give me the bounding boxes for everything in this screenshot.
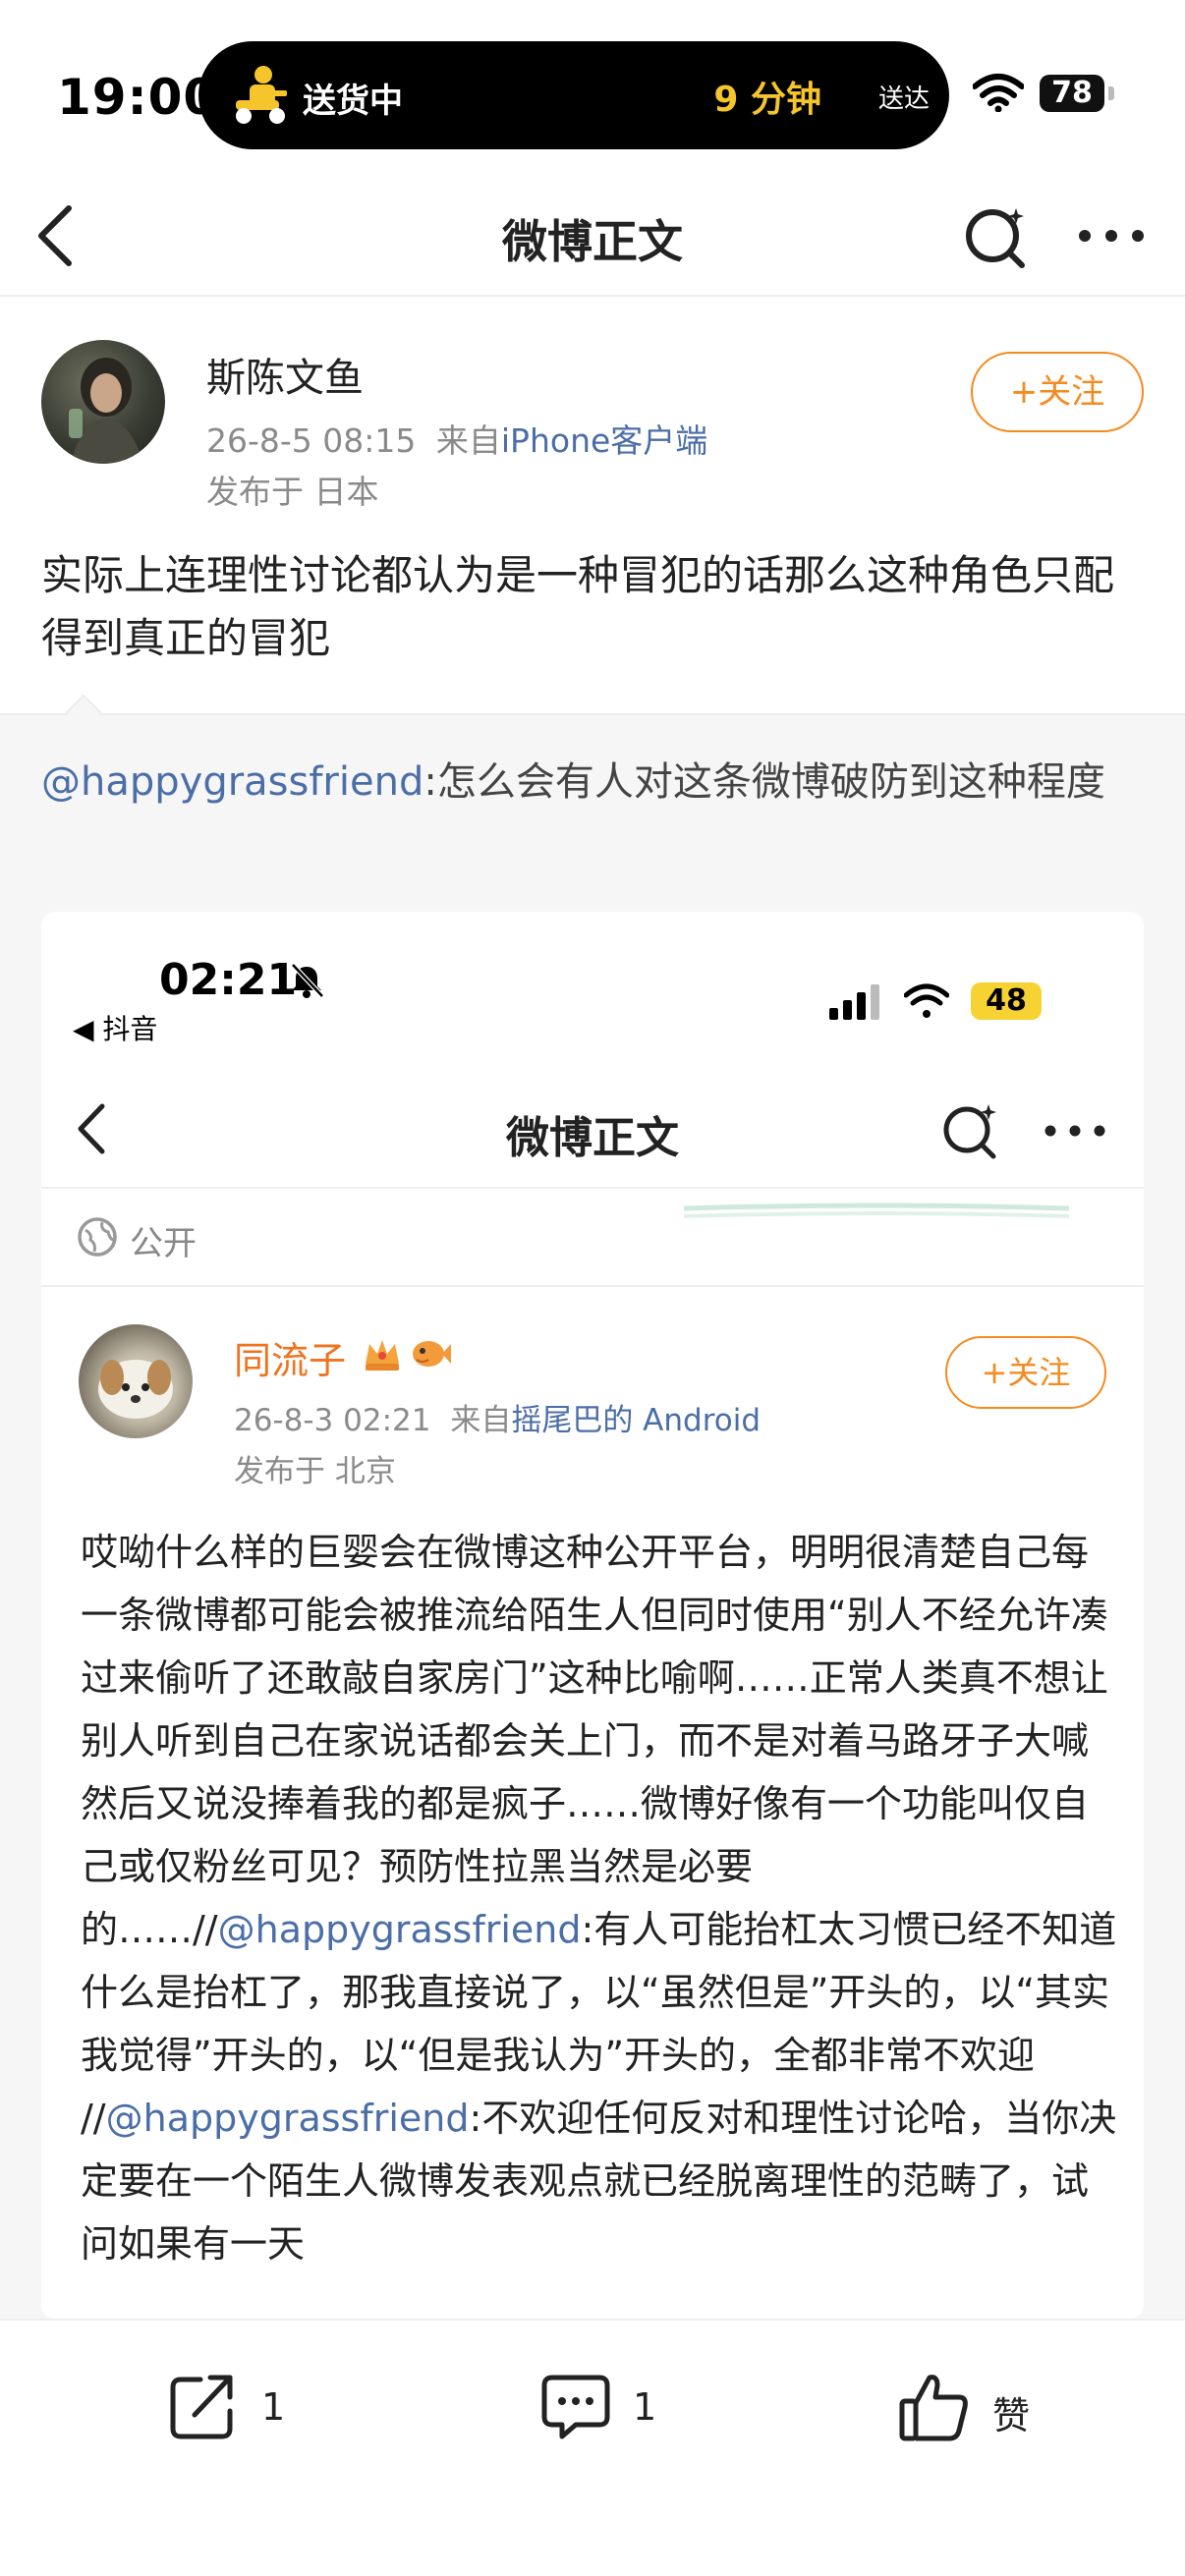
comment-button[interactable]: 1 <box>538 2360 696 2448</box>
author-avatar-image <box>69 358 143 464</box>
post-source-prefix: 来自 <box>435 421 501 460</box>
embedded-wifi-icon <box>904 983 949 1018</box>
embedded-nav-bar: 微博正文 <box>41 1069 1144 1189</box>
embedded-body-part1: 哎呦什么样的巨婴会在微博这种公开平台，明明很清楚自己每一条微博都可能会被推流给陌… <box>81 1531 1108 1951</box>
embedded-mention-link-1: @happygrassfriend <box>217 1908 582 1951</box>
repost-icon <box>170 2375 233 2439</box>
like-button[interactable]: 赞 <box>898 2360 1055 2448</box>
battery-cap <box>1108 86 1114 100</box>
battery-icon: 78 <box>1040 75 1104 112</box>
embedded-back-to-app: ◀ 抖音 <box>73 1013 158 1045</box>
bell-muted-icon <box>291 963 324 998</box>
delivery-eta-suffix: 送达 <box>877 84 930 114</box>
repost-text: @happygrassfriend:怎么会有人对这条微博破防到这种程度 <box>41 749 1146 815</box>
comment-count: 1 <box>633 2385 657 2429</box>
repost-button[interactable]: 1 <box>167 2360 324 2448</box>
repost-count: 1 <box>261 2385 286 2429</box>
crown-badge-icon <box>366 1340 399 1371</box>
comment-icon <box>541 2375 610 2439</box>
author-name[interactable]: 斯陈文鱼 <box>206 346 364 403</box>
embedded-post-source: 摇尾巴的 Android <box>511 1403 762 1438</box>
cellular-signal-icon <box>829 984 879 1020</box>
embedded-screenshot[interactable]: 02:21 ◀ 抖音 48 微博正文 公开 同流子 26-8-3 02:21 来… <box>41 912 1144 2319</box>
wifi-icon <box>973 74 1024 112</box>
embedded-mention-link-2: @happygrassfriend <box>105 2097 470 2140</box>
search-icon[interactable] <box>961 200 1034 273</box>
post-source[interactable]: iPhone客户端 <box>501 421 707 460</box>
embedded-follow-button: +关注 <box>945 1336 1106 1409</box>
status-time: 19:00 <box>57 69 219 126</box>
delivery-scooter-icon <box>236 66 287 124</box>
repost-text-content: :怎么会有人对这条微博破防到这种程度 <box>423 759 1105 805</box>
repost-mention-link[interactable]: @happygrassfriend <box>41 759 423 805</box>
embedded-post-body: 哎呦什么样的巨婴会在微博这种公开平台，明明很清楚自己每一条微博都可能会被推流给陌… <box>81 1521 1122 2275</box>
embedded-post-date: 26-8-3 02:21 <box>234 1403 431 1438</box>
embedded-search-icon <box>943 1104 996 1159</box>
status-bar: 19:00 送货中 9 分钟 送达 78 <box>0 0 1185 177</box>
delivery-live-activity[interactable]: 送货中 9 分钟 送达 <box>198 41 949 149</box>
post-location: 发布于 日本 <box>206 473 379 511</box>
globe-icon <box>78 1217 117 1257</box>
nav-bar: 微博正文 <box>0 177 1185 297</box>
delivery-eta: 9 分钟 <box>713 80 821 120</box>
delivery-status-label: 送货中 <box>303 82 403 121</box>
follow-button[interactable]: +关注 <box>971 352 1144 432</box>
embedded-post-location: 发布于 北京 <box>234 1454 396 1489</box>
decorative-divider <box>683 1203 1070 1218</box>
author-avatar[interactable] <box>41 340 165 464</box>
embedded-author-name: 同流子 <box>234 1339 347 1382</box>
embedded-avatar-image <box>98 1360 173 1419</box>
embedded-post-meta: 26-8-3 02:21 来自摇尾巴的 Android <box>234 1395 761 1439</box>
thumbs-up-icon <box>899 2375 968 2441</box>
embedded-visibility-label: 公开 <box>130 1224 197 1263</box>
bottom-action-bar: 1 1 赞 <box>0 2319 1185 2576</box>
embedded-source-prefix: 来自 <box>450 1403 512 1438</box>
post-date: 26-8-5 08:15 <box>206 421 417 460</box>
post-text: 实际上连理性讨论都认为是一种冒犯的话那么这种角色只配得到真正的冒犯 <box>41 551 1115 662</box>
like-label: 赞 <box>992 2394 1031 2437</box>
fish-badge-icon <box>413 1341 451 1367</box>
embedded-status-time: 02:21 <box>159 955 298 1005</box>
embedded-more-icon <box>1044 1125 1105 1137</box>
more-icon[interactable] <box>1077 226 1146 246</box>
embedded-author-avatar <box>79 1324 193 1438</box>
post-meta: 26-8-5 08:15 来自iPhone客户端 <box>206 415 707 462</box>
embedded-battery-icon: 48 <box>971 982 1042 1020</box>
